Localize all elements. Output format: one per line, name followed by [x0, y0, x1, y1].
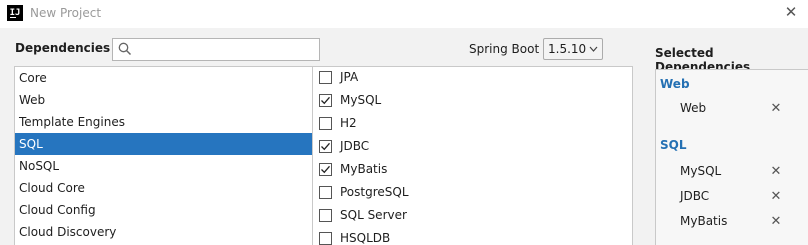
intellij-idea-icon: IJ	[7, 5, 23, 21]
category-item-nosql[interactable]: NoSQL	[15, 155, 312, 177]
checkbox-checked[interactable]	[319, 163, 332, 176]
checkmark-icon	[321, 96, 330, 105]
checkbox[interactable]	[319, 232, 332, 245]
category-item-cloud-core[interactable]: Cloud Core	[15, 177, 312, 199]
dependency-checkbox-list: JPA MySQL H2 JDBC MyBatis PostgreSQL SQL…	[313, 66, 633, 245]
dependency-label: MySQL	[340, 93, 382, 107]
search-icon	[118, 42, 132, 56]
dependency-item-h2[interactable]: H2	[313, 113, 631, 135]
selected-group-web: Web	[660, 77, 690, 91]
category-list[interactable]: Core Web Template Engines SQL NoSQL Clou…	[14, 66, 313, 245]
checkmark-icon	[321, 165, 330, 174]
spring-boot-label: Spring Boot	[469, 42, 540, 56]
remove-mybatis-button[interactable]: ✕	[769, 215, 783, 229]
category-item-cloud-config[interactable]: Cloud Config	[15, 199, 312, 221]
dependency-label: MyBatis	[340, 162, 388, 176]
remove-mysql-button[interactable]: ✕	[769, 165, 783, 179]
selected-item-web: Web	[680, 101, 707, 115]
remove-web-button[interactable]: ✕	[769, 102, 783, 116]
remove-jdbc-button[interactable]: ✕	[769, 190, 783, 204]
spring-boot-version-select[interactable]: 1.5.10	[543, 38, 603, 60]
selected-group-sql: SQL	[660, 138, 687, 152]
title-bar: IJ New Project ✕	[0, 0, 808, 28]
checkmark-icon	[321, 142, 330, 151]
dependency-item-mysql[interactable]: MySQL	[313, 90, 631, 112]
selected-item-mysql: MySQL	[680, 164, 722, 178]
dependency-label: JPA	[340, 70, 359, 84]
spring-boot-version-value: 1.5.10	[548, 42, 587, 56]
dependencies-label: Dependencies	[15, 41, 111, 55]
checkbox[interactable]	[319, 71, 332, 84]
category-item-core[interactable]: Core	[15, 67, 312, 89]
dependency-label: HSQLDB	[340, 231, 391, 245]
selected-item-jdbc: JDBC	[680, 189, 710, 203]
checkbox[interactable]	[319, 117, 332, 130]
dependency-search-input[interactable]	[112, 38, 320, 61]
checkbox[interactable]	[319, 186, 332, 199]
category-item-cloud-discovery[interactable]: Cloud Discovery	[15, 221, 312, 243]
dependency-item-sql-server[interactable]: SQL Server	[313, 205, 631, 227]
dependency-label: PostgreSQL	[340, 185, 409, 199]
close-window-button[interactable]: ✕	[782, 3, 800, 21]
dependency-label: JDBC	[340, 139, 370, 153]
chevron-down-icon	[589, 42, 598, 59]
dependency-item-hsqldb[interactable]: HSQLDB	[313, 228, 631, 245]
checkbox[interactable]	[319, 209, 332, 222]
dependency-item-jdbc[interactable]: JDBC	[313, 136, 631, 158]
selected-dependencies-panel: Web Web ✕ SQL MySQL ✕ JDBC ✕ MyBatis ✕	[655, 69, 808, 245]
dependency-item-postgresql[interactable]: PostgreSQL	[313, 182, 631, 204]
category-item-web[interactable]: Web	[15, 89, 312, 111]
checkbox-checked[interactable]	[319, 140, 332, 153]
checkbox-checked[interactable]	[319, 94, 332, 107]
selected-item-mybatis: MyBatis	[680, 214, 728, 228]
dependency-label: SQL Server	[340, 208, 407, 222]
dependency-label: H2	[340, 116, 357, 130]
category-item-template-engines[interactable]: Template Engines	[15, 111, 312, 133]
dependency-item-jpa[interactable]: JPA	[313, 67, 631, 89]
category-item-sql[interactable]: SQL	[15, 133, 312, 155]
dependency-item-mybatis[interactable]: MyBatis	[313, 159, 631, 181]
window-title: New Project	[30, 6, 102, 20]
